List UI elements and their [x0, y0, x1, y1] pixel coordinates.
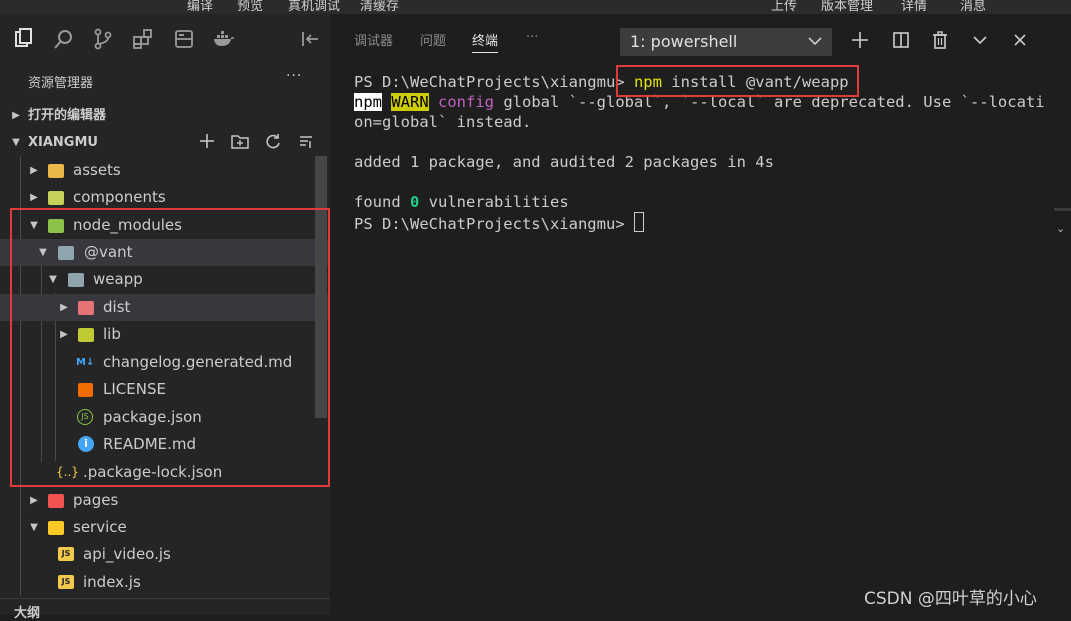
chevron-right-icon: ▶ [12, 110, 20, 121]
tree-folder-service[interactable]: ▼ service [0, 514, 330, 541]
tree-folder-pages[interactable]: ▶ pages [0, 487, 330, 514]
collapse-all-icon[interactable] [295, 133, 317, 153]
tree-label: api_video.js [83, 545, 171, 563]
menu-compile[interactable]: 编译 [187, 0, 213, 14]
extensions-icon[interactable] [132, 28, 154, 50]
project-label: XIANGMU [28, 135, 98, 150]
trash-icon[interactable] [928, 30, 952, 55]
terminal-scroll-marker [1054, 208, 1071, 211]
terminal-cursor [633, 212, 644, 232]
terminal-line-warn-cont: on=global` instead. [354, 113, 532, 131]
tab-problems[interactable]: 问题 [420, 30, 446, 49]
explorer-title: 资源管理器 [28, 76, 94, 91]
tree-folder-assets[interactable]: ▶ assets [0, 157, 330, 184]
menu-messages[interactable]: 消息 [960, 0, 986, 14]
found-count: 0 [410, 193, 420, 211]
tab-more[interactable]: ··· [526, 30, 538, 45]
chevron-right-icon: ▶ [30, 165, 38, 176]
files-icon[interactable] [13, 28, 35, 50]
chevron-down-icon: ▼ [12, 137, 20, 148]
explorer-toolbar [196, 133, 328, 153]
shell-select-value: 1: powershell [630, 32, 738, 51]
folder-icon [48, 191, 64, 205]
close-icon[interactable] [1008, 30, 1032, 55]
terminal-line-found: found 0 vulnerabilities [354, 192, 569, 212]
prompt: PS D:\WeChatProjects\xiangmu> [354, 73, 625, 91]
chevron-down-icon: ▼ [30, 522, 38, 533]
watermark: CSDN @四叶草的小心 [864, 589, 1037, 609]
prompt: PS D:\WeChatProjects\xiangmu> [354, 215, 625, 233]
menu-upload[interactable]: 上传 [771, 0, 797, 14]
js-file-icon: JS [58, 575, 74, 589]
folder-icon [48, 164, 64, 178]
open-editors-label: 打开的编辑器 [28, 108, 107, 123]
chevron-down-icon [808, 28, 822, 56]
tree-label: assets [73, 161, 121, 179]
chevron-down-icon[interactable] [968, 30, 992, 55]
menu-device-debug[interactable]: 真机调试 [288, 0, 340, 14]
js-file-icon: JS [58, 547, 74, 561]
search-icon[interactable] [53, 28, 75, 50]
menu-clear-cache[interactable]: 清缓存 [360, 0, 399, 14]
new-folder-icon[interactable] [229, 133, 251, 153]
chevron-right-icon: ▶ [30, 192, 38, 203]
explorer-more-button[interactable]: ··· [286, 68, 302, 84]
tab-debugger[interactable]: 调试器 [354, 30, 393, 49]
menu-version[interactable]: 版本管理 [821, 0, 873, 14]
docker-icon[interactable] [212, 28, 234, 50]
warn-config: config [438, 93, 495, 111]
chevron-down-icon[interactable]: ⌄ [1056, 222, 1065, 235]
outline-header[interactable]: 大纲 [0, 598, 330, 621]
outline-label: 大纲 [14, 606, 41, 621]
found-prefix: found [354, 193, 410, 211]
tree-folder-components[interactable]: ▶ components [0, 184, 330, 211]
menu-details[interactable]: 详情 [901, 0, 927, 14]
top-menu-bar: 编译 预览 真机调试 清缓存 上传 版本管理 详情 消息 [0, 0, 1071, 14]
storage-icon[interactable] [173, 28, 195, 50]
found-suffix: vulnerabilities [419, 193, 569, 211]
collapse-panel-icon[interactable] [299, 28, 321, 50]
tree-label: pages [73, 491, 119, 509]
activity-bar [0, 14, 330, 64]
folder-icon [48, 521, 64, 535]
menu-preview[interactable]: 预览 [237, 0, 263, 14]
tree-file-api-video[interactable]: JS api_video.js [0, 541, 330, 568]
new-file-icon[interactable] [196, 133, 218, 153]
source-control-icon[interactable] [92, 28, 114, 50]
refresh-icon[interactable] [262, 133, 284, 153]
folder-icon [48, 494, 64, 508]
chevron-right-icon: ▶ [30, 495, 38, 506]
highlight-box-node-modules [10, 208, 330, 487]
highlight-box-command [616, 65, 859, 97]
tree-label: index.js [83, 573, 141, 591]
split-icon[interactable] [889, 30, 913, 55]
tree-file-index-js[interactable]: JS index.js [0, 569, 330, 596]
tab-terminal[interactable]: 终端 [472, 30, 499, 53]
terminal-line-prompt[interactable]: PS D:\WeChatProjects\xiangmu> [354, 212, 644, 234]
shell-select[interactable]: 1: powershell [620, 28, 832, 56]
open-editors-header[interactable]: ▶ 打开的编辑器 [0, 102, 330, 129]
warn-npm: npm [354, 93, 382, 111]
warn-tag: WARN [391, 93, 429, 111]
tree-label: service [73, 518, 127, 536]
tree-label: components [73, 188, 166, 206]
terminal-line-added: added 1 package, and audited 2 packages … [354, 153, 774, 171]
plus-icon[interactable] [848, 30, 872, 55]
